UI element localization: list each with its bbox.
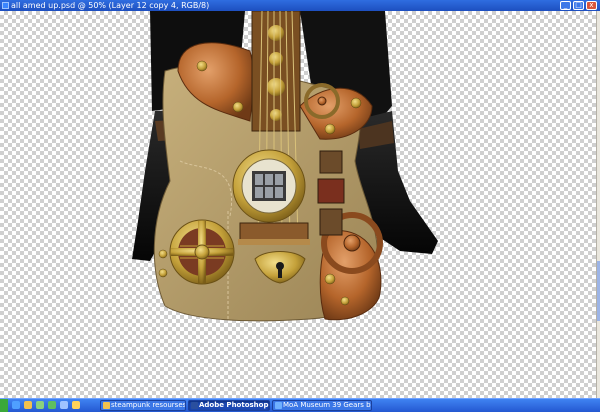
- photoshop-document-window: all amed up.psd @ 50% (Layer 12 copy 4, …: [0, 0, 600, 399]
- photoshop-document-icon: [2, 2, 9, 9]
- window-title: all amed up.psd @ 50% (Layer 12 copy 4, …: [11, 1, 210, 10]
- steampunk-guitar-artwork: [132, 11, 438, 322]
- folder-icon: [103, 402, 110, 409]
- desktop-icon[interactable]: [60, 401, 68, 409]
- maximize-button[interactable]: □: [573, 1, 584, 10]
- task-steampunk-resourses[interactable]: steampunk resourses an...: [100, 400, 186, 411]
- close-button[interactable]: x: [586, 1, 597, 10]
- messenger-icon[interactable]: [48, 401, 56, 409]
- media-icon[interactable]: [36, 401, 44, 409]
- task-label: Adobe Photoshop: [199, 401, 269, 409]
- document-canvas[interactable]: [0, 11, 596, 399]
- minimize-button[interactable]: _: [560, 1, 571, 10]
- ie-icon[interactable]: [12, 401, 20, 409]
- photoshop-icon: [191, 402, 198, 409]
- start-button[interactable]: [0, 399, 8, 412]
- task-label: steampunk resourses an...: [111, 401, 186, 409]
- winamp-icon[interactable]: [72, 401, 80, 409]
- vertical-scrollbar[interactable]: [596, 11, 600, 399]
- mechanism-column: [317, 150, 345, 236]
- task-label: MoA Museum 39 Gears b...: [283, 401, 372, 409]
- task-moa-museum[interactable]: MoA Museum 39 Gears b...: [272, 400, 372, 411]
- browser-icon: [275, 402, 282, 409]
- title-bar[interactable]: all amed up.psd @ 50% (Layer 12 copy 4, …: [0, 0, 600, 11]
- windows-taskbar: steampunk resourses an... Adobe Photosho…: [0, 398, 600, 412]
- folder-icon[interactable]: [24, 401, 32, 409]
- task-adobe-photoshop[interactable]: Adobe Photoshop: [188, 400, 270, 411]
